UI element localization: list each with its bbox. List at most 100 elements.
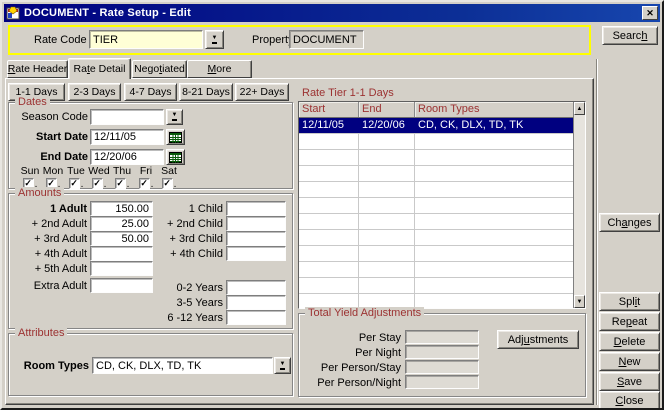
end-date-input[interactable] (90, 149, 164, 165)
room-types-dropdown-button[interactable]: ▼ (274, 357, 291, 374)
adult-3-label: + 3rd Adult (11, 233, 87, 245)
dropdown-icon: ▼ (280, 362, 286, 370)
tab-22-plus-days[interactable]: 22+ Days (235, 83, 289, 101)
per-night-input[interactable] (405, 345, 479, 359)
cell-empty (359, 294, 415, 308)
day-sat-checkbox[interactable]: ✓ (162, 178, 173, 189)
scroll-up-button[interactable]: ▲ (574, 102, 585, 115)
scrollbar-track[interactable] (574, 115, 585, 295)
new-button[interactable]: New (599, 352, 660, 371)
child-4-input[interactable] (226, 246, 286, 261)
room-types-input[interactable] (92, 357, 273, 374)
day-dot: . (81, 181, 84, 189)
column-header-start[interactable]: Start (299, 102, 359, 117)
years-6-12-label: 6 -12 Years (149, 312, 223, 324)
split-button[interactable]: Split (599, 292, 660, 311)
adult-1-input[interactable] (90, 201, 153, 216)
table-row-empty[interactable] (299, 150, 573, 166)
table-row-empty[interactable] (299, 182, 573, 198)
label-pre: Searc (613, 30, 642, 42)
room-types-label: Room Types (11, 360, 89, 372)
day-wed-checkbox[interactable]: ✓ (92, 178, 103, 189)
child-3-input[interactable] (226, 231, 286, 246)
label-pre: Ra (74, 63, 87, 75)
adult-2-input[interactable] (90, 216, 153, 231)
table-scrollbar[interactable]: ▲ ▼ (573, 102, 585, 308)
delete-button[interactable]: Delete (599, 332, 660, 351)
child-2-input[interactable] (226, 216, 286, 231)
close-window-button[interactable]: Close (599, 391, 660, 410)
start-date-calendar-button[interactable] (166, 129, 185, 145)
adult-4-label: + 4th Adult (11, 248, 87, 260)
cell-empty (359, 246, 415, 261)
day-tue-checkbox[interactable]: ✓ (69, 178, 80, 189)
cell-empty (299, 134, 359, 149)
cell-empty (359, 182, 415, 197)
per-person-night-input[interactable] (405, 375, 479, 389)
changes-button[interactable]: Changes (599, 213, 660, 232)
tab-rate-header[interactable]: Rate Header (7, 60, 68, 78)
day-label: Thu (109, 165, 135, 177)
tab-4-7-days[interactable]: 4-7 Days (124, 83, 177, 101)
cell-empty (299, 278, 359, 293)
adult-3-input[interactable] (90, 231, 153, 246)
tab-2-3-days[interactable]: 2-3 Days (68, 83, 121, 101)
cell-empty (299, 262, 359, 277)
table-row-empty[interactable] (299, 166, 573, 182)
cell-empty (359, 134, 415, 149)
scroll-down-button[interactable]: ▼ (574, 295, 585, 308)
years-0-2-input[interactable] (226, 280, 286, 295)
years-3-5-input[interactable] (226, 295, 286, 310)
table-row-empty[interactable] (299, 246, 573, 262)
rate-code-dropdown-button[interactable]: ▼ (205, 30, 224, 49)
table-row-empty[interactable] (299, 134, 573, 150)
label-post: ew (626, 356, 640, 368)
table-row-empty[interactable] (299, 214, 573, 230)
table-row-empty[interactable] (299, 198, 573, 214)
adult-5-input[interactable] (90, 261, 153, 276)
table-row-empty[interactable] (299, 230, 573, 246)
close-button[interactable]: ✕ (642, 6, 658, 20)
season-code-dropdown-button[interactable]: ▼ (166, 109, 183, 125)
tab-negotiated[interactable]: Negotiated (132, 60, 187, 78)
label-post: t (637, 296, 640, 308)
calendar-icon (169, 132, 182, 143)
child-1-input[interactable] (226, 201, 286, 216)
column-header-end[interactable]: End (359, 102, 415, 117)
rate-tier-title: Rate Tier 1-1 Days (302, 87, 394, 99)
column-header-room-types[interactable]: Room Types (415, 102, 573, 117)
day-fri-checkbox[interactable]: ✓ (139, 178, 150, 189)
repeat-button[interactable]: Repeat (599, 312, 660, 331)
per-stay-input[interactable] (405, 330, 479, 344)
season-code-input[interactable] (90, 109, 164, 125)
cell-empty (415, 278, 573, 293)
table-row-selected[interactable]: 12/11/05 12/20/06 CD, CK, DLX, TD, TK (299, 118, 573, 134)
table-row-empty[interactable] (299, 278, 573, 294)
years-6-12-input[interactable] (226, 310, 286, 325)
start-date-input[interactable] (90, 129, 164, 145)
property-field[interactable] (289, 30, 364, 49)
save-button[interactable]: Save (599, 372, 660, 391)
adult-4-input[interactable] (90, 246, 153, 261)
dropdown-icon: ▼ (172, 113, 178, 121)
tab-rate-detail[interactable]: Rate Detail (68, 58, 131, 79)
search-button[interactable]: Search (602, 26, 658, 45)
per-person-stay-input[interactable] (405, 360, 479, 374)
cell-empty (415, 150, 573, 165)
scroll-up-icon: ▲ (577, 106, 583, 112)
adjustments-button[interactable]: Adjustments (497, 330, 579, 349)
tab-8-21-days[interactable]: 8-21 Days (179, 83, 233, 101)
rate-code-label: Rate Code (34, 34, 87, 46)
child-4-label: + 4th Child (149, 248, 223, 260)
table-row-empty[interactable] (299, 262, 573, 278)
table-row-empty[interactable] (299, 294, 573, 308)
end-date-calendar-button[interactable] (166, 149, 185, 165)
tab-more[interactable]: More (187, 60, 252, 78)
cell-empty (359, 230, 415, 245)
rate-code-input[interactable] (89, 30, 203, 49)
day-thu-checkbox[interactable]: ✓ (115, 178, 126, 189)
scroll-down-icon: ▼ (577, 299, 583, 305)
extra-adult-input[interactable] (90, 278, 153, 293)
start-date-label: Start Date (13, 131, 88, 143)
check-icon: ✓ (163, 179, 171, 188)
